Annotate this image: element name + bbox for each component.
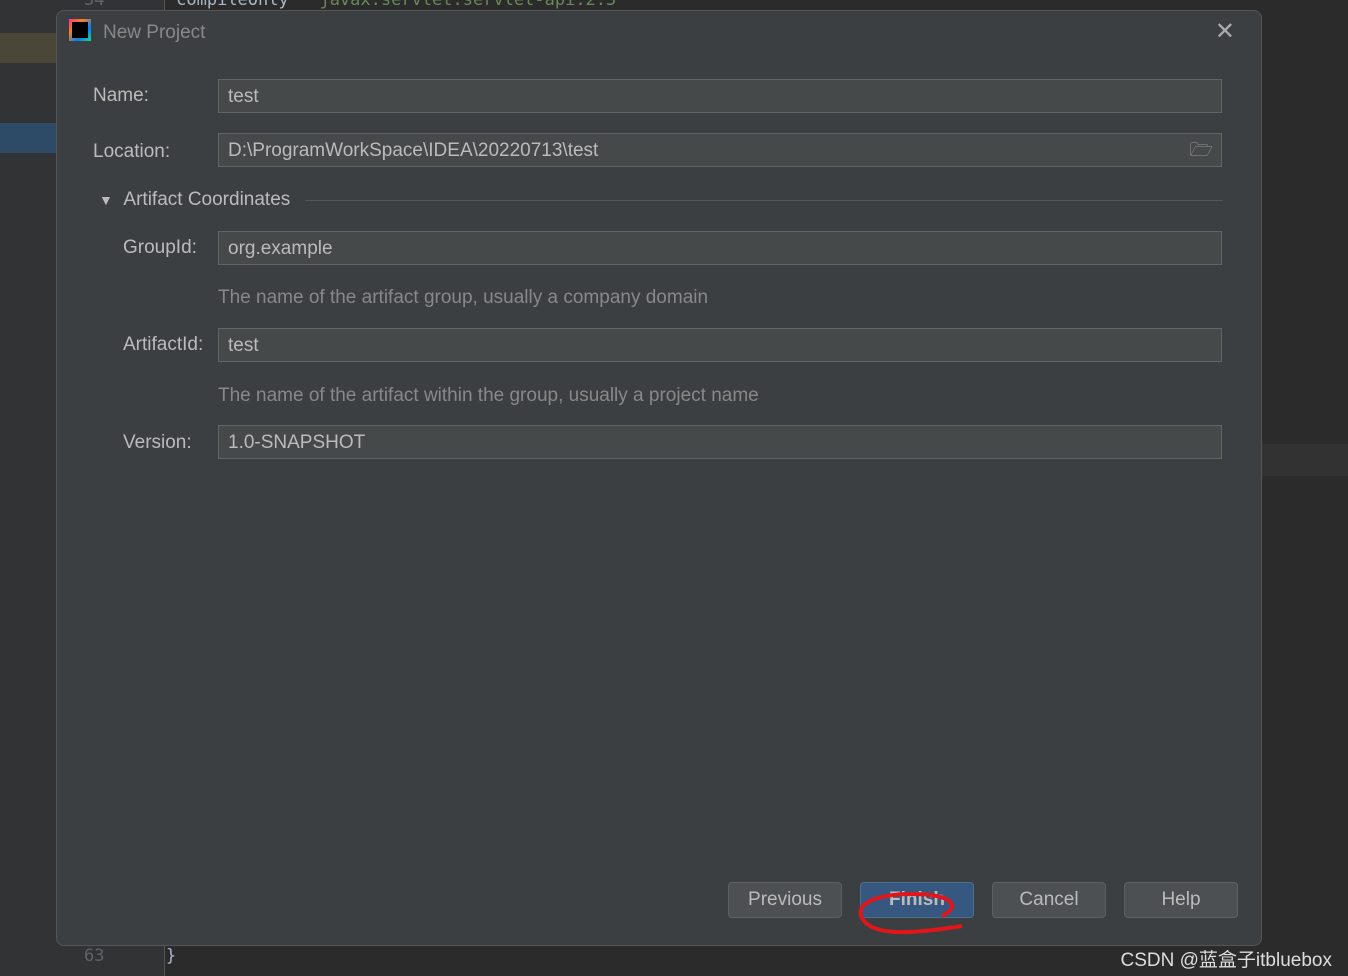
location-value: D:\ProgramWorkSpace\IDEA\20220713\test [228, 140, 599, 161]
artifact-coordinates-toggle[interactable]: ▼ Artifact Coordinates [99, 189, 290, 211]
triangle-down-icon: ▼ [99, 192, 113, 208]
code-line-bottom: 63 } [84, 946, 176, 966]
version-input[interactable]: 1.0-SNAPSHOT [218, 425, 1222, 459]
groupid-label: GroupId: [123, 237, 197, 258]
help-button[interactable]: Help [1124, 882, 1238, 918]
editor-selection [0, 123, 58, 153]
version-label: Version: [123, 432, 192, 453]
editor-current-line [1260, 444, 1348, 476]
folder-icon[interactable]: 🗁 [1189, 134, 1213, 168]
cancel-button[interactable]: Cancel [992, 882, 1106, 918]
previous-button[interactable]: Previous [728, 882, 842, 918]
code-text: } [165, 946, 177, 966]
artifactid-hint: The name of the artifact within the grou… [218, 385, 759, 406]
artifactid-input[interactable]: test [218, 328, 1222, 362]
editor-highlight [0, 33, 58, 63]
artifactid-label: ArtifactId: [123, 334, 204, 355]
line-number: 63 [84, 946, 105, 966]
dialog-title: New Project [103, 22, 206, 43]
line-number: 34 [84, 0, 105, 10]
name-input[interactable]: test [218, 79, 1222, 113]
code-line-top: 34 compileOnly 'javax.servlet:servlet-ap… [84, 0, 627, 10]
watermark: CSDN @蓝盒子itbluebox [1120, 950, 1332, 971]
section-title: Artifact Coordinates [123, 189, 291, 210]
location-label: Location: [93, 141, 171, 162]
red-annotation-circle [858, 891, 963, 935]
intellij-logo-icon [69, 19, 91, 41]
groupid-hint: The name of the artifact group, usually … [218, 287, 709, 308]
section-divider [305, 200, 1223, 201]
code-string: 'javax.servlet:servlet-api:2.5' [309, 0, 627, 10]
groupid-input[interactable]: org.example [218, 231, 1222, 265]
new-project-dialog: New Project ✕ Name: test Location: D:\Pr… [56, 10, 1262, 946]
close-icon[interactable]: ✕ [1215, 17, 1235, 46]
code-text: compileOnly [176, 0, 289, 10]
name-label: Name: [93, 85, 149, 106]
location-input[interactable]: D:\ProgramWorkSpace\IDEA\20220713\test 🗁 [218, 133, 1222, 167]
